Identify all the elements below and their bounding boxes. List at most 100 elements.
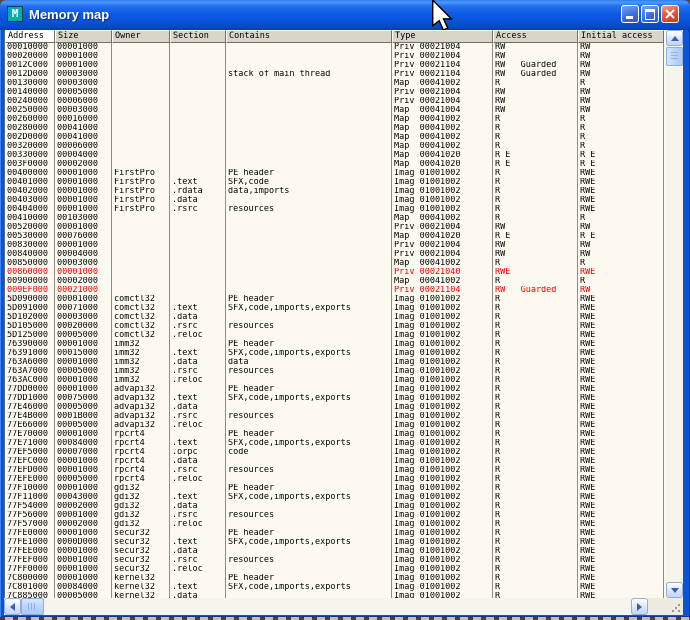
column-header-type[interactable]: Type: [392, 30, 493, 43]
column-header-initial-access[interactable]: Initial access: [578, 30, 664, 43]
table-row[interactable]: 0083000000001000Priv 00021004RWRW: [5, 241, 666, 250]
cell-size: 00006000: [55, 142, 112, 151]
table-row[interactable]: 0040200000001000FirstPro.rdatadata,impor…: [5, 187, 666, 196]
table-row[interactable]: 77DD100000075000advapi32.textSFX,code,im…: [5, 394, 666, 403]
table-row[interactable]: 77F5600000001000gdi32.rsrcresourcesImag …: [5, 511, 666, 520]
scroll-left-icon: [10, 603, 15, 611]
table-row[interactable]: 77FEF00000001000secur32.rsrcresourcesIma…: [5, 556, 666, 565]
table-row[interactable]: 5D09000000001000comctl32PE headerImag 01…: [5, 295, 666, 304]
table-row[interactable]: 77F5400000002000gdi32.dataImag 01001002R…: [5, 502, 666, 511]
table-row[interactable]: 7639000000001000imm32PE headerImag 01001…: [5, 340, 666, 349]
table-row[interactable]: 0028000000041000Map 00041002RR: [5, 124, 666, 133]
table-row[interactable]: 5D10200000003000comctl32.dataImag 010010…: [5, 313, 666, 322]
table-row[interactable]: 77EFE00000005000rpcrt4.relocImag 0100100…: [5, 475, 666, 484]
scroll-up-button[interactable]: [666, 30, 683, 46]
table-row[interactable]: 0013000000003000Map 00041002RR: [5, 79, 666, 88]
table-row[interactable]: 002D000000041000Map 00041002RR: [5, 133, 666, 142]
table-row[interactable]: 7639100000015000imm32.textSFX,code,impor…: [5, 349, 666, 358]
table-row[interactable]: 0024000000006000Priv 00021004RWRW: [5, 97, 666, 106]
table-row[interactable]: 77F1100000043000gdi32.textSFX,code,impor…: [5, 493, 666, 502]
cell-size: 00001000: [55, 196, 112, 205]
cell-address: 00401000: [5, 178, 55, 187]
table-row[interactable]: 7C80100000084000kernel32.textSFX,code,im…: [5, 583, 666, 592]
table-row[interactable]: 0040100000001000FirstPro.textSFX,codeIma…: [5, 178, 666, 187]
table-row[interactable]: 0052000000001000Priv 00021004RWRW: [5, 223, 666, 232]
column-header-owner[interactable]: Owner: [112, 30, 170, 43]
table-row[interactable]: 77F1000000001000gdi32PE headerImag 01001…: [5, 484, 666, 493]
cell-contains: PE header: [226, 484, 392, 493]
table-row[interactable]: 763AC00000001000imm32.relocImag 01001002…: [5, 376, 666, 385]
table-row[interactable]: 5D12500000005000comctl32.relocImag 01001…: [5, 331, 666, 340]
cell-initial-access: RWE: [578, 205, 664, 214]
table-row[interactable]: 0032000000006000Map 00041002RR: [5, 142, 666, 151]
table-row[interactable]: 77F5700000002000gdi32.relocImag 01001002…: [5, 520, 666, 529]
column-header-address[interactable]: Address: [5, 30, 55, 43]
table-row[interactable]: 5D10500000020000comctl32.rsrcresourcesIm…: [5, 322, 666, 331]
cell-size: 00003000: [55, 313, 112, 322]
table-row[interactable]: 0012D00000003000stack of main threadPriv…: [5, 70, 666, 79]
column-header-contains[interactable]: Contains: [226, 30, 392, 43]
horizontal-scroll-thumb[interactable]: [21, 598, 44, 615]
table-row[interactable]: 0026000000016000Map 00041002RR: [5, 115, 666, 124]
table-row[interactable]: 77EFC00000001000rpcrt4.dataImag 01001002…: [5, 457, 666, 466]
close-button[interactable]: [661, 5, 679, 23]
table-row[interactable]: 0033000000004000Map 00041020R ER E: [5, 151, 666, 160]
table-row[interactable]: 0085000000003000Map 00041002RR: [5, 259, 666, 268]
horizontal-scrollbar[interactable]: [4, 598, 648, 615]
table-row[interactable]: 0090000000002000Map 00041002RR: [5, 277, 666, 286]
titlebar[interactable]: M Memory map: [0, 0, 690, 30]
table-row[interactable]: 009EF00000021000Priv 00021104RW GuardedR…: [5, 286, 666, 295]
vertical-scrollbar[interactable]: [666, 30, 683, 598]
table-row[interactable]: 77FF000000001000secur32.relocImag 010010…: [5, 565, 666, 574]
column-header-access[interactable]: Access: [493, 30, 578, 43]
table-row[interactable]: 0012C00000001000Priv 00021104RW GuardedR…: [5, 61, 666, 70]
cell-address: 7C801000: [5, 583, 55, 592]
table-row[interactable]: 0014000000005000Priv 00021004RWRW: [5, 88, 666, 97]
table-row[interactable]: 763A700000005000imm32.rsrcresourcesImag …: [5, 367, 666, 376]
maximize-button[interactable]: [641, 5, 659, 23]
cell-contains: [226, 115, 392, 124]
table-row[interactable]: 0040000000001000FirstProPE headerImag 01…: [5, 169, 666, 178]
table-row[interactable]: 77E7100000084000rpcrt4.textSFX,code,impo…: [5, 439, 666, 448]
scroll-left-button[interactable]: [4, 598, 21, 615]
table-row[interactable]: 77E4600000005000advapi32.dataImag 010010…: [5, 403, 666, 412]
cell-section: [170, 169, 226, 178]
cell-section: [170, 124, 226, 133]
resize-grip[interactable]: [648, 598, 683, 615]
column-header-section[interactable]: Section: [170, 30, 226, 43]
cell-section: [170, 133, 226, 142]
table-row[interactable]: 003F000000002000Map 00041020R ER E: [5, 160, 666, 169]
scroll-down-button[interactable]: [666, 582, 683, 598]
table-row[interactable]: 77E7000000001000rpcrt4PE headerImag 0100…: [5, 430, 666, 439]
table-row[interactable]: 77DD000000001000advapi32PE headerImag 01…: [5, 385, 666, 394]
table-row[interactable]: 0053000000076000Map 00041020R ER E: [5, 232, 666, 241]
table-row[interactable]: 77E6600000005000advapi32.relocImag 01001…: [5, 421, 666, 430]
cell-type: Imag 01001002: [392, 448, 493, 457]
table-row[interactable]: 0040400000001000FirstPro.rsrcresourcesIm…: [5, 205, 666, 214]
table-row[interactable]: 0086000000001000Priv 00021040RWERWE: [5, 268, 666, 277]
table-row[interactable]: 0025000000003000Map 00041004RWRW: [5, 106, 666, 115]
table-row[interactable]: 7C80000000001000kernel32PE headerImag 01…: [5, 574, 666, 583]
table-row[interactable]: 0002000000001000Priv 00021004RWRW: [5, 52, 666, 61]
table-row[interactable]: 77EF500000007000rpcrt4.orpccodeImag 0100…: [5, 448, 666, 457]
window-icon[interactable]: M: [7, 6, 23, 22]
column-header-size[interactable]: Size: [55, 30, 112, 43]
scroll-right-button[interactable]: [631, 598, 648, 615]
cell-owner: [112, 106, 170, 115]
table-row[interactable]: 0084000000004000Priv 00021004RWRW: [5, 250, 666, 259]
cell-address: 7C800000: [5, 574, 55, 583]
table-row[interactable]: 0001000000001000Priv 00021004RWRW: [5, 43, 666, 52]
cell-size: 00001000: [55, 178, 112, 187]
table-row[interactable]: 77FE000000001000secur32PE headerImag 010…: [5, 529, 666, 538]
table-row[interactable]: 0040300000001000FirstPro.dataImag 010010…: [5, 196, 666, 205]
cell-contains: resources: [226, 412, 392, 421]
table-row[interactable]: 5D09100000071000comctl32.textSFX,code,im…: [5, 304, 666, 313]
table-row[interactable]: 77E4B0000001B000advapi32.rsrcresourcesIm…: [5, 412, 666, 421]
vertical-scroll-thumb[interactable]: [666, 47, 683, 66]
table-row[interactable]: 763A600000001000imm32.datadataImag 01001…: [5, 358, 666, 367]
table-row[interactable]: 77EFD00000001000rpcrt4.rsrcresourcesImag…: [5, 466, 666, 475]
table-row[interactable]: 77FEE00000001000secur32.dataImag 0100100…: [5, 547, 666, 556]
table-row[interactable]: 77FE10000000D000secur32.textSFX,code,imp…: [5, 538, 666, 547]
table-row[interactable]: 0041000000103000Map 00041002RR: [5, 214, 666, 223]
minimize-button[interactable]: [621, 5, 639, 23]
